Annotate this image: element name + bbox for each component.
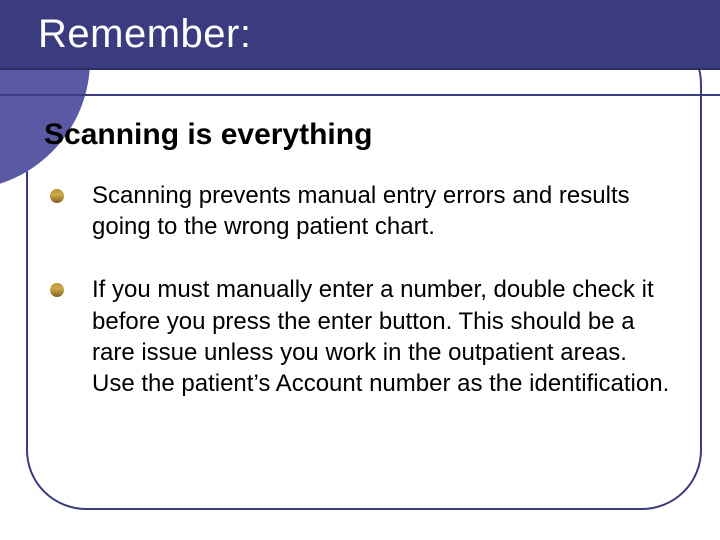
- title-bar: Remember:: [0, 0, 720, 70]
- slide: Remember: Scanning is everything Scannin…: [0, 0, 720, 540]
- bullet-text: If you must manually enter a number, dou…: [92, 274, 676, 399]
- horizontal-rule: [0, 94, 720, 96]
- slide-title: Remember:: [38, 12, 251, 57]
- bullet-icon: [50, 283, 64, 297]
- bullet-icon: [50, 189, 64, 203]
- section-heading: Scanning is everything: [44, 118, 676, 152]
- list-item: If you must manually enter a number, dou…: [44, 274, 676, 399]
- list-item: Scanning prevents manual entry errors an…: [44, 180, 676, 242]
- bullet-list: Scanning prevents manual entry errors an…: [44, 180, 676, 399]
- content-area: Scanning is everything Scanning prevents…: [44, 118, 676, 431]
- bullet-text: Scanning prevents manual entry errors an…: [92, 180, 676, 242]
